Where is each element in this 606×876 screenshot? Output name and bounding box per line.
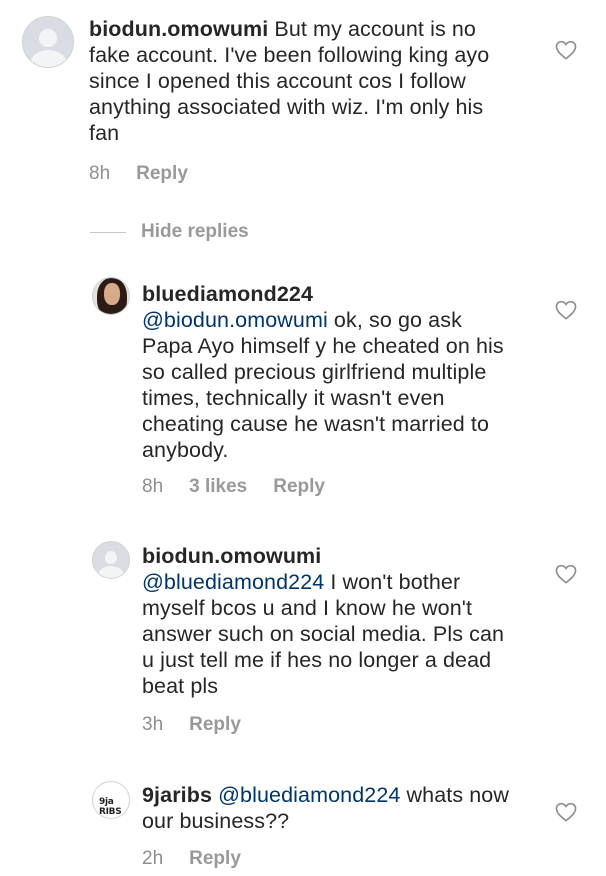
hide-replies-label[interactable]: Hide replies — [141, 221, 249, 243]
hide-replies-toggle[interactable]: Hide replies — [90, 220, 249, 244]
reply-button[interactable]: Reply — [189, 714, 241, 735]
reply-meta: 3h Reply — [142, 714, 267, 736]
likes-count[interactable]: 3 likes — [189, 476, 247, 497]
comment-text: biodun.omowumi But my account is no fake… — [89, 16, 519, 146]
brand-logo: 9ja RIBS — [99, 797, 122, 817]
timestamp: 8h — [142, 476, 164, 497]
mention-link[interactable]: @bluediamond224 — [218, 783, 400, 807]
reply-button[interactable]: Reply — [189, 848, 241, 869]
heart-icon[interactable] — [555, 300, 577, 320]
reply-text: bluediamond224 @biodun.omowumi ok, so go… — [142, 281, 517, 463]
mention-link[interactable]: @bluediamond224 — [142, 570, 324, 594]
comment-meta: 8h Reply — [89, 163, 214, 185]
reply-text: 9jaribs @bluediamond224 whats now our bu… — [142, 782, 517, 834]
reply-button[interactable]: Reply — [136, 163, 188, 184]
reply-button[interactable]: Reply — [273, 476, 325, 497]
mention-link[interactable]: @biodun.omowumi — [142, 308, 328, 332]
heart-icon[interactable] — [555, 40, 577, 60]
reply-meta: 2h Reply — [142, 848, 267, 870]
username[interactable]: biodun.omowumi — [142, 544, 321, 568]
avatar[interactable] — [22, 16, 74, 68]
heart-icon[interactable] — [555, 564, 577, 584]
username[interactable]: biodun.omowumi — [89, 17, 268, 41]
timestamp: 2h — [142, 848, 164, 869]
reply-meta: 8h 3 likes Reply — [142, 476, 351, 498]
timestamp: 3h — [142, 714, 164, 735]
reply-text: biodun.omowumi @bluediamond224 I won't b… — [142, 543, 517, 699]
avatar[interactable]: 9ja RIBS — [92, 781, 130, 819]
username[interactable]: bluediamond224 — [142, 282, 313, 306]
username[interactable]: 9jaribs — [142, 783, 212, 807]
avatar[interactable] — [92, 541, 130, 579]
heart-icon[interactable] — [555, 802, 577, 822]
avatar-face — [104, 283, 120, 305]
timestamp: 8h — [89, 163, 111, 184]
avatar[interactable] — [92, 277, 130, 315]
divider — [90, 231, 126, 233]
